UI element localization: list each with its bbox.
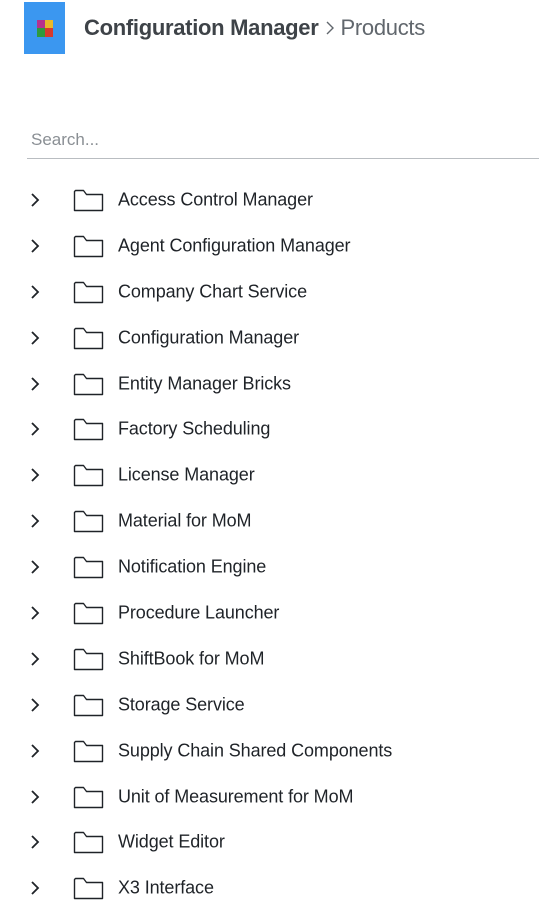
tree-item-label: Material for MoM — [118, 510, 252, 531]
tree-item-label: Company Chart Service — [118, 281, 307, 302]
breadcrumb-root[interactable]: Configuration Manager — [84, 15, 319, 41]
chevron-right-icon[interactable] — [28, 513, 42, 529]
chevron-right-icon[interactable] — [28, 192, 42, 208]
folder-icon — [73, 509, 104, 533]
tree-item[interactable]: ShiftBook for MoM — [0, 636, 547, 682]
tree-item-label: Configuration Manager — [118, 327, 300, 348]
chevron-right-icon[interactable] — [28, 651, 42, 667]
chevron-right-icon[interactable] — [28, 376, 42, 392]
folder-icon — [73, 830, 104, 854]
tree-item[interactable]: Material for MoM — [0, 498, 547, 544]
chevron-right-icon[interactable] — [28, 789, 42, 805]
chevron-right-icon — [325, 19, 335, 37]
folder-icon — [73, 234, 104, 258]
tree-item[interactable]: Supply Chain Shared Components — [0, 728, 547, 774]
folder-icon — [73, 417, 104, 441]
tree-item[interactable]: X3 Interface — [0, 865, 547, 911]
folder-icon — [73, 463, 104, 487]
tree-item-label: Entity Manager Bricks — [118, 373, 291, 393]
folder-icon — [73, 372, 104, 396]
app-header: Configuration Manager Products — [24, 2, 524, 54]
chevron-right-icon[interactable] — [28, 834, 42, 850]
folder-icon — [73, 280, 104, 304]
chevron-right-icon[interactable] — [28, 421, 42, 437]
folder-icon — [73, 876, 104, 900]
tree-item[interactable]: Unit of Measurement for MoM — [0, 774, 547, 820]
tree-item-label: License Manager — [118, 464, 255, 485]
tree-item[interactable]: Notification Engine — [0, 544, 547, 590]
chevron-right-icon[interactable] — [28, 284, 42, 300]
tree-item-label: Widget Editor — [118, 831, 225, 852]
chevron-right-icon[interactable] — [28, 467, 42, 483]
product-tree: Access Control Manager Agent Configuratio… — [0, 177, 547, 911]
breadcrumb-current: Products — [340, 15, 425, 40]
app-logo-icon[interactable] — [24, 2, 65, 54]
tree-item-label: Storage Service — [118, 694, 245, 715]
tree-item[interactable]: Factory Scheduling — [0, 406, 547, 452]
chevron-right-icon[interactable] — [28, 330, 42, 346]
folder-icon — [73, 647, 104, 671]
tree-item[interactable]: Configuration Manager — [0, 315, 547, 361]
folder-icon — [73, 739, 104, 763]
chevron-right-icon[interactable] — [28, 605, 42, 621]
tree-item[interactable]: Access Control Manager — [0, 177, 547, 223]
chevron-right-icon[interactable] — [28, 238, 42, 254]
search-input[interactable] — [27, 122, 539, 159]
folder-icon — [73, 601, 104, 625]
tree-item-label: Notification Engine — [118, 556, 267, 577]
tree-item-label: Unit of Measurement for MoM — [118, 786, 354, 807]
tree-item-label: ShiftBook for MoM — [118, 648, 265, 669]
chevron-right-icon[interactable] — [28, 697, 42, 713]
tree-item-label: X3 Interface — [118, 877, 214, 898]
folder-icon — [73, 693, 104, 717]
tree-item-label: Supply Chain Shared Components — [118, 740, 393, 761]
breadcrumb: Configuration Manager Products — [84, 15, 425, 41]
tree-item[interactable]: Storage Service — [0, 682, 547, 728]
tree-item[interactable]: License Manager — [0, 452, 547, 498]
tree-item[interactable]: Widget Editor — [0, 819, 547, 865]
tree-item[interactable]: Entity Manager Bricks — [0, 361, 547, 407]
tree-item[interactable]: Agent Configuration Manager — [0, 223, 547, 269]
folder-icon — [73, 188, 104, 212]
folder-icon — [73, 326, 104, 350]
folder-icon — [73, 785, 104, 809]
tree-item-label: Procedure Launcher — [118, 602, 280, 623]
chevron-right-icon[interactable] — [28, 559, 42, 575]
tree-item-label: Factory Scheduling — [118, 418, 271, 439]
tree-item-label: Agent Configuration Manager — [118, 235, 351, 256]
tree-item-label: Access Control Manager — [118, 189, 313, 210]
chevron-right-icon[interactable] — [28, 743, 42, 759]
folder-icon — [73, 555, 104, 579]
chevron-right-icon[interactable] — [28, 880, 42, 896]
tree-item[interactable]: Procedure Launcher — [0, 590, 547, 636]
tree-item[interactable]: Company Chart Service — [0, 269, 547, 315]
